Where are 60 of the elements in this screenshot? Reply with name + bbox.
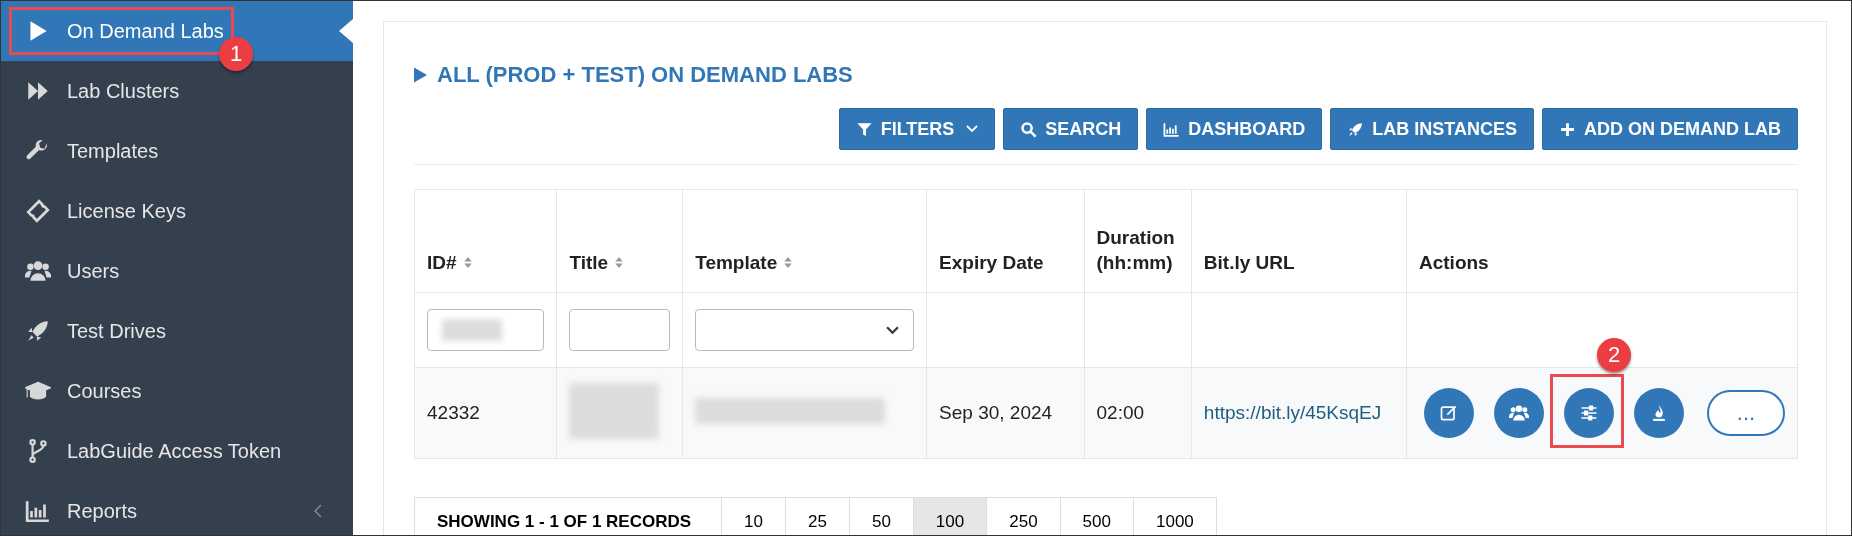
chart-icon — [25, 498, 51, 524]
toolbar-button[interactable]: DASHBOARD — [1146, 108, 1323, 150]
toolbar-button[interactable]: LAB INSTANCES — [1330, 108, 1534, 150]
redacted-placeholder — [442, 319, 502, 341]
column-header: ID# — [427, 252, 457, 274]
toolbar-button[interactable]: ADD ON DEMAND LAB — [1542, 108, 1798, 150]
sort-icon[interactable] — [462, 256, 473, 270]
table-cell: 02:00 — [1096, 402, 1145, 423]
sidebar-item[interactable]: LabGuide Access Token — [1, 421, 353, 481]
ticket-icon — [25, 198, 51, 224]
page-size-button[interactable]: 1000 — [1134, 497, 1217, 535]
sidebar-item[interactable]: Courses — [1, 361, 353, 421]
sliders-icon — [1579, 403, 1599, 423]
column-header: Actions — [1419, 252, 1489, 274]
users-icon — [1509, 403, 1529, 423]
users-button[interactable] — [1494, 388, 1544, 438]
toolbar-button[interactable]: SEARCH — [1003, 108, 1139, 150]
bar-chart-icon — [1163, 120, 1181, 138]
page-size-button[interactable]: 500 — [1060, 497, 1134, 535]
sort-icon[interactable] — [783, 256, 794, 270]
more-button[interactable]: ... — [1707, 390, 1785, 436]
table-cell: 42332 — [427, 402, 480, 423]
column-header: Title — [569, 252, 609, 274]
users-icon — [25, 258, 51, 284]
filter-icon — [855, 120, 873, 138]
search-icon — [1020, 120, 1038, 138]
plus-icon — [1559, 120, 1576, 138]
toolbar-button[interactable]: FILTERS — [838, 108, 996, 150]
page-size-button[interactable]: 100 — [913, 497, 988, 535]
caret-icon — [886, 325, 900, 335]
filter-input[interactable] — [427, 309, 545, 351]
column-header: Duration (hh:mm) — [1096, 226, 1175, 274]
edit-button[interactable] — [1424, 388, 1474, 438]
url-link[interactable]: https://bit.ly/45KsqEJ — [1203, 402, 1382, 423]
play-icon — [414, 67, 427, 83]
page-size-button[interactable]: 250 — [987, 497, 1061, 535]
sort-icon[interactable] — [614, 256, 625, 270]
filter-input[interactable] — [569, 309, 671, 351]
column-header: Bit.ly URL — [1203, 252, 1295, 274]
settings-button[interactable] — [1564, 388, 1614, 438]
sidebar-item[interactable]: Test Drives — [1, 301, 353, 361]
rocket-icon — [1347, 120, 1365, 138]
column-header: Template — [695, 252, 778, 274]
annotation-badge: 2 — [1597, 338, 1631, 372]
rocket-icon — [25, 318, 51, 344]
sidebar-item[interactable]: Users — [1, 241, 353, 301]
table-cell: Sep 30, 2024 — [939, 402, 1053, 423]
page-size-button[interactable]: 10 — [722, 497, 786, 535]
fire-button[interactable] — [1634, 388, 1684, 438]
page-size-button[interactable]: 50 — [849, 497, 914, 535]
filter-select[interactable] — [695, 309, 915, 351]
sidebar-item[interactable]: Reports — [1, 481, 353, 535]
page-title: ALL (PROD + TEST) ON DEMAND LABS — [437, 62, 853, 88]
sidebar-item[interactable]: License Keys — [1, 181, 353, 241]
sidebar-item[interactable]: Templates — [1, 121, 353, 181]
page-size-button[interactable]: 25 — [786, 497, 850, 535]
annotation-badge: 1 — [219, 37, 253, 71]
edit-icon — [1439, 403, 1459, 423]
records-summary: SHOWING 1 - 1 OF 1 RECORDS — [414, 497, 723, 535]
column-header: Expiry Date — [939, 252, 1044, 274]
